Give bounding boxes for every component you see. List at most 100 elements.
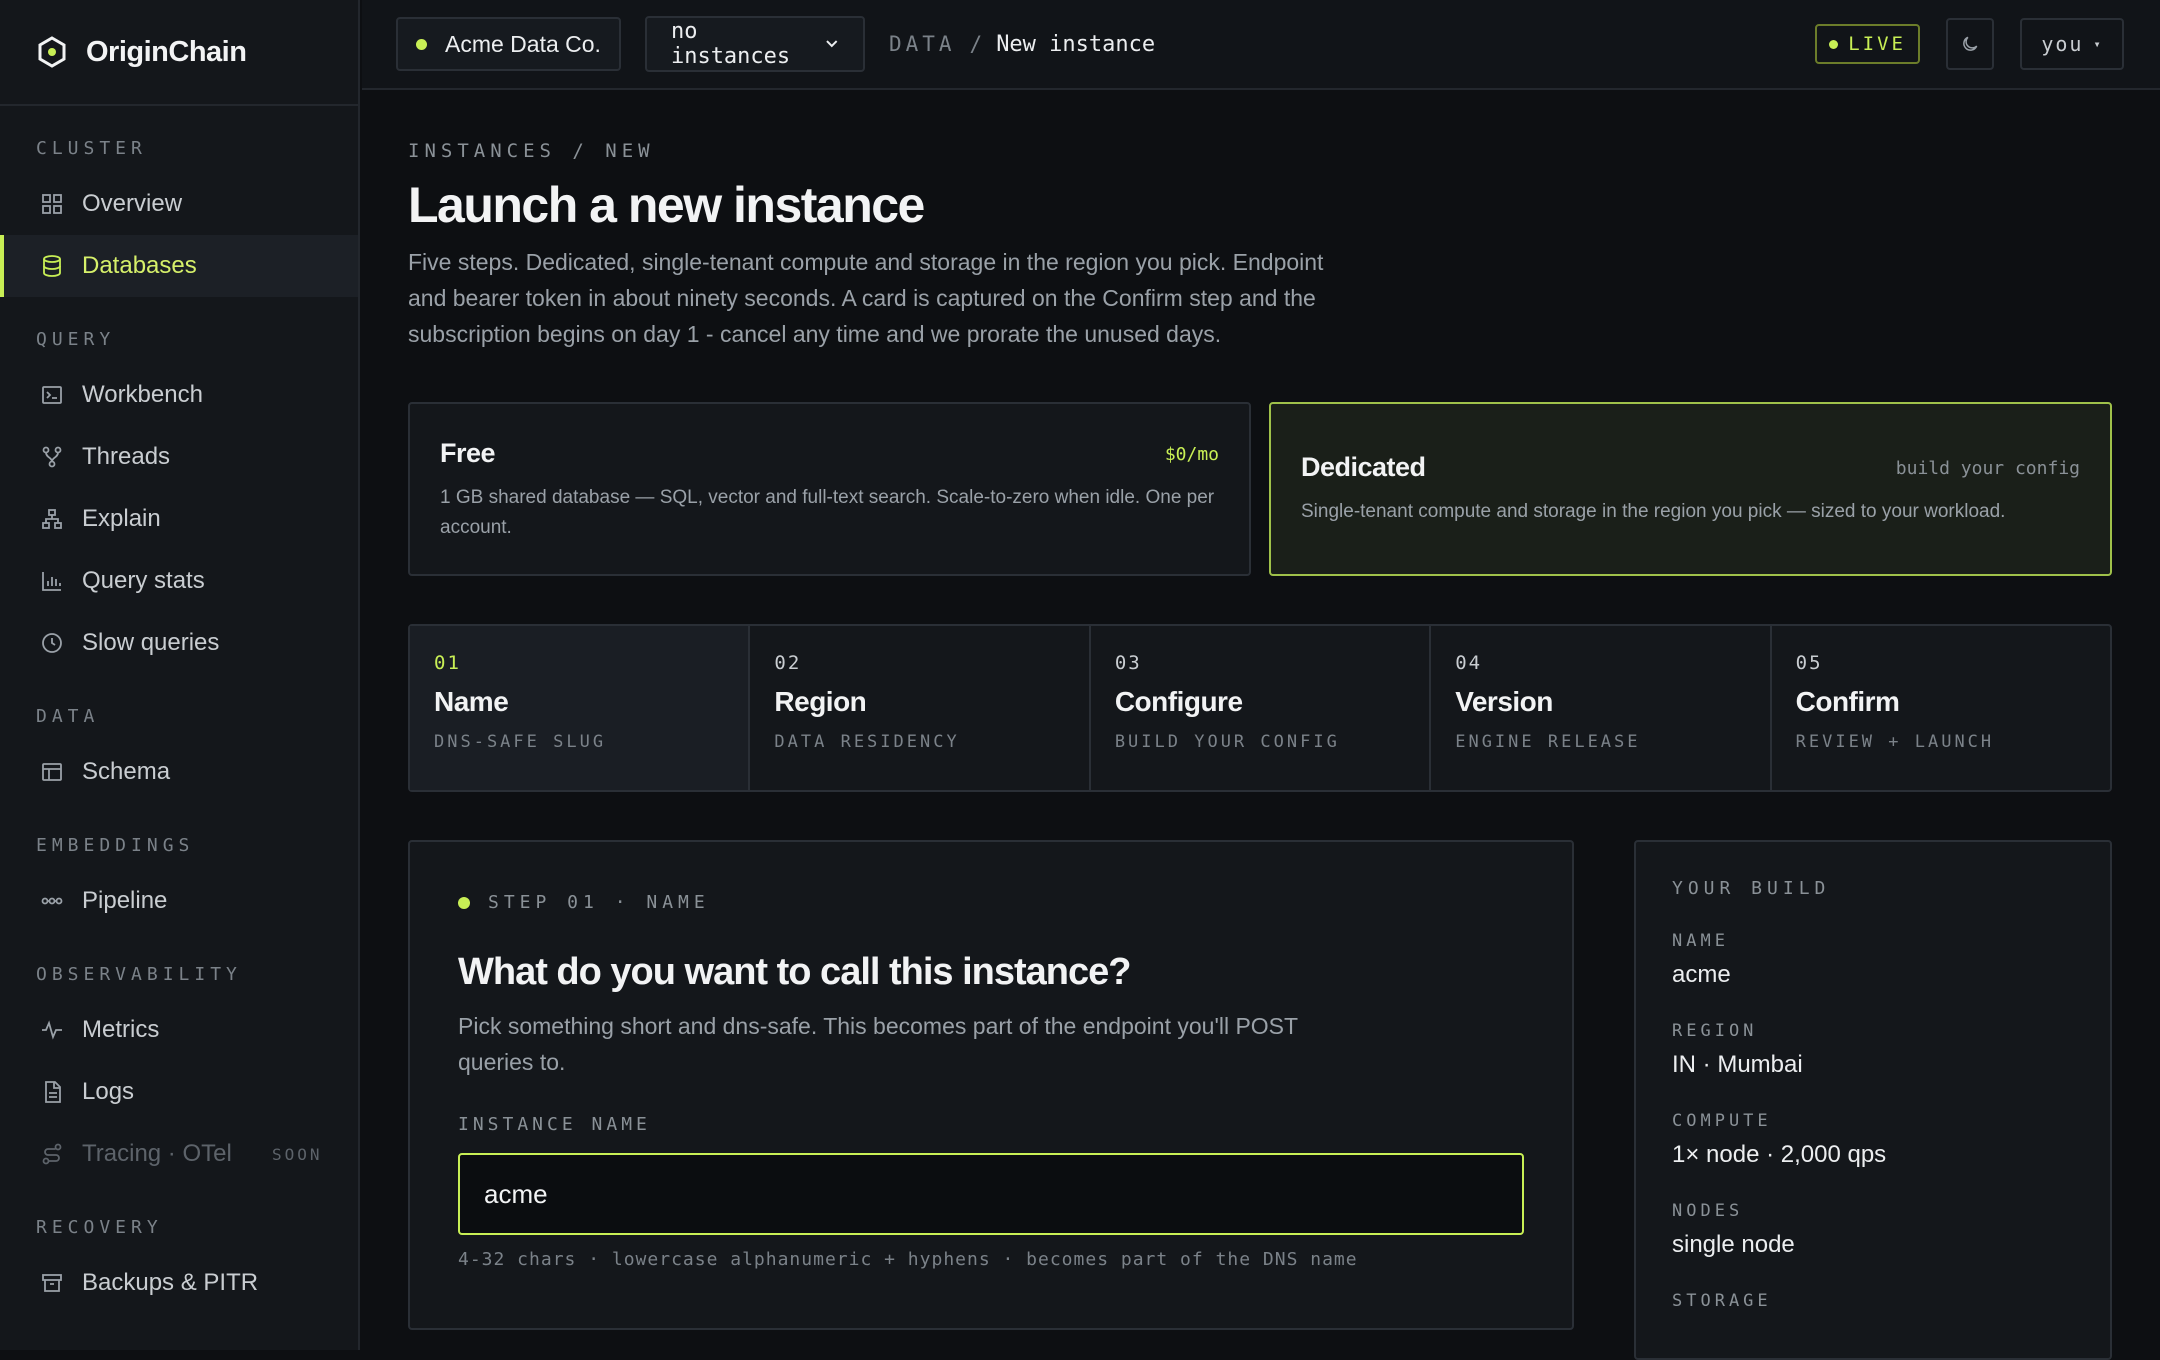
sidebar-item-label: Explain (82, 505, 161, 532)
step-region[interactable]: 02 Region DATA RESIDENCY (750, 626, 1091, 790)
nav-section-embeddings: EMBEDDINGS Pipeline (0, 835, 358, 932)
step-title: Name (434, 686, 509, 717)
name-step-card: STEP 01 · NAME What do you want to call … (408, 840, 1574, 1330)
instance-select[interactable]: no instances (644, 16, 865, 72)
step-name[interactable]: 01 Name DNS-SAFE SLUG (410, 626, 751, 790)
build-summary: YOUR BUILD NAME acme REGION IN · Mumbai … (1634, 840, 2112, 1360)
main-content: INSTANCES / NEW Launch a new instance Fi… (408, 90, 2112, 1360)
step-title: Confirm (1795, 686, 1900, 717)
moon-icon (1963, 36, 1978, 51)
breadcrumb-separator: / (969, 32, 983, 56)
sidebar-item-slow-queries[interactable]: Slow queries (0, 612, 358, 674)
archive-icon (42, 1274, 62, 1292)
branch-icon (42, 446, 62, 468)
nav-section-cluster: CLUSTER Overview Databases (0, 138, 358, 297)
sidebar-item-pipeline[interactable]: Pipeline (0, 870, 358, 932)
build-value: 1× node · 2,000 qps (1672, 1141, 1887, 1168)
bar-chart-icon (42, 572, 61, 591)
step-description: Pick something short and dns-safe. This … (458, 1013, 1298, 1075)
instance-name-label: INSTANCE NAME (458, 1114, 651, 1135)
build-key: NAME (1672, 931, 1729, 951)
brand-name: OriginChain (86, 35, 247, 68)
terminal-icon (42, 386, 62, 404)
plan-price: build your config (1895, 458, 2080, 479)
sidebar-item-logs[interactable]: Logs (0, 1061, 358, 1123)
sidebar-item-backups[interactable]: Backups & PITR (0, 1252, 358, 1314)
table-icon (42, 763, 62, 781)
step-subtitle: BUILD YOUR CONFIG (1114, 732, 1340, 752)
build-key: REGION (1672, 1021, 1758, 1041)
build-summary-title: YOUR BUILD (1672, 878, 1831, 899)
sidebar-item-threads[interactable]: Threads (0, 426, 358, 488)
brand[interactable]: OriginChain (0, 0, 358, 106)
breadcrumb-current: New instance (996, 31, 1156, 57)
build-key: STORAGE (1672, 1291, 1772, 1311)
nav-section-query: QUERY Workbench Threads Explain Query st… (0, 329, 358, 674)
sidebar-item-label: Slow queries (82, 629, 220, 656)
sidebar-item-label: Pipeline (82, 887, 168, 914)
step-question: What do you want to call this instance? (458, 951, 1132, 993)
live-dot (1829, 39, 1839, 49)
trace-icon (42, 1143, 62, 1165)
org-name: Acme Data Co. (445, 30, 601, 57)
nav-section-label: EMBEDDINGS (36, 835, 195, 856)
plan-description: 1 GB shared database — SQL, vector and f… (440, 487, 1215, 538)
nav-section-data: DATA Schema (0, 706, 358, 803)
sidebar-item-schema[interactable]: Schema (0, 741, 358, 803)
caret-down-icon: ▾ (2093, 37, 2103, 51)
sidebar-item-explain[interactable]: Explain (0, 488, 358, 550)
hexagon-logo-icon (38, 36, 66, 68)
nav-section-label: CLUSTER (36, 138, 147, 159)
sidebar-item-overview[interactable]: Overview (0, 173, 358, 235)
step-number: 01 (434, 652, 461, 674)
step-confirm[interactable]: 05 Confirm REVIEW + LAUNCH (1772, 626, 2110, 790)
nav-section-label: DATA (36, 706, 100, 727)
org-switcher[interactable]: Acme Data Co. (396, 17, 621, 71)
sidebar-item-label: Query stats (82, 567, 205, 594)
sidebar-item-workbench[interactable]: Workbench (0, 364, 358, 426)
step-title: Configure (1114, 686, 1243, 717)
plan-card-free[interactable]: Free $0/mo 1 GB shared database — SQL, v… (408, 402, 1251, 576)
theme-toggle-button[interactable] (1946, 18, 1994, 70)
step-subtitle: DATA RESIDENCY (774, 732, 960, 752)
page-kicker: INSTANCES / NEW (408, 140, 655, 162)
pipeline-icon (41, 897, 63, 905)
build-row-name: NAME acme (1672, 931, 2074, 989)
breadcrumb: DATA / New instance (889, 32, 1155, 57)
breadcrumb-root[interactable]: DATA (889, 32, 956, 56)
nav-section-observability: OBSERVABILITY Metrics Logs Tracing · OTe… (0, 964, 358, 1185)
sidebar-item-label: Databases (82, 252, 197, 279)
plan-card-dedicated[interactable]: Dedicated build your config Single-tenan… (1269, 402, 2112, 576)
sidebar-item-databases[interactable]: Databases (0, 235, 358, 297)
status-dot (416, 38, 427, 50)
step-title: Version (1455, 686, 1553, 717)
build-value: single node (1672, 1231, 1795, 1258)
step-configure[interactable]: 03 Configure BUILD YOUR CONFIG (1091, 626, 1432, 790)
instance-name-input[interactable]: acme (458, 1153, 1524, 1235)
plan-price: $0/mo (1164, 444, 1219, 465)
topbar-actions: LIVE you ▾ (1815, 18, 2124, 70)
sidebar-item-metrics[interactable]: Metrics (0, 999, 358, 1061)
database-icon (43, 255, 61, 277)
step-number: 02 (774, 652, 802, 674)
sidebar-item-query-stats[interactable]: Query stats (0, 550, 358, 612)
step-number: 05 (1795, 652, 1823, 674)
sidebar-item-label: Overview (82, 190, 183, 217)
grid-icon (42, 194, 62, 214)
nav-section-label: OBSERVABILITY (36, 964, 242, 985)
file-icon (45, 1081, 61, 1103)
pulse-icon (42, 1020, 62, 1040)
step-version[interactable]: 04 Version ENGINE RELEASE (1431, 626, 1772, 790)
plan-selector: Free $0/mo 1 GB shared database — SQL, v… (408, 402, 2112, 576)
step-number: 03 (1114, 652, 1142, 674)
step-body: STEP 01 · NAME What do you want to call … (408, 840, 2112, 1360)
page-description: Five steps. Dedicated, single-tenant com… (408, 249, 1324, 347)
page-title: Launch a new instance (408, 177, 925, 233)
nav-section-label: RECOVERY (36, 1217, 163, 1238)
user-menu-button[interactable]: you ▾ (2020, 18, 2124, 70)
build-value: acme (1672, 961, 1731, 988)
plan-description: Single-tenant compute and storage in the… (1301, 501, 2006, 522)
live-label: LIVE (1848, 33, 1906, 55)
sidebar-item-label: Schema (82, 758, 171, 785)
build-row-nodes: NODES single node (1672, 1201, 2074, 1259)
